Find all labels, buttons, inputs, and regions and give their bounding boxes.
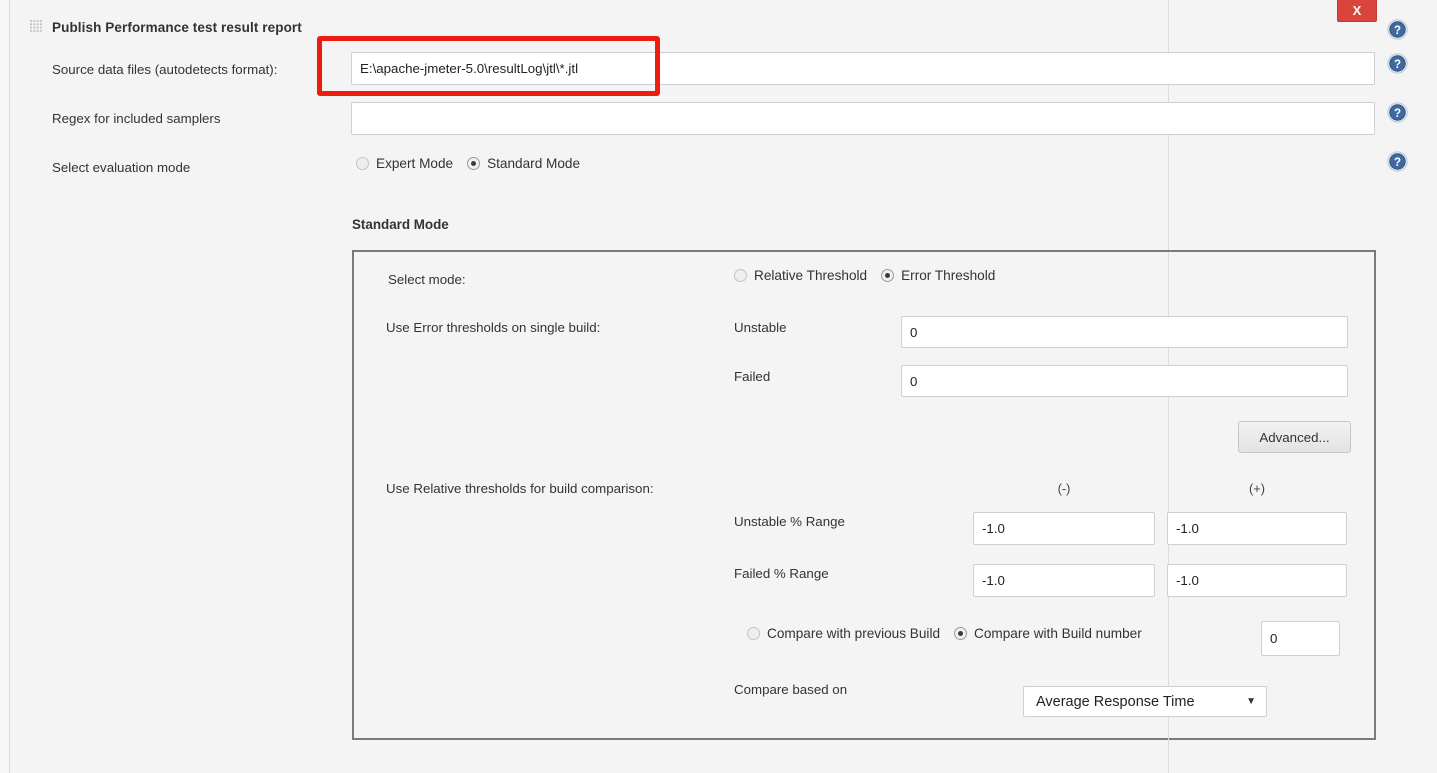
radio-label-error-threshold[interactable]: Error Threshold bbox=[901, 268, 995, 283]
help-icon-source-data[interactable]: ? bbox=[1387, 53, 1408, 74]
standard-mode-heading: Standard Mode bbox=[352, 217, 449, 232]
block-header: Publish Performance test result report bbox=[30, 16, 302, 38]
unstable-label: Unstable bbox=[734, 320, 787, 335]
column-header-minus: (-) bbox=[1057, 481, 1071, 496]
column-header-plus: (+) bbox=[1249, 481, 1265, 496]
svg-text:?: ? bbox=[1394, 59, 1401, 71]
help-icon-evaluation-mode[interactable]: ? bbox=[1387, 151, 1408, 172]
compare-based-on-select[interactable]: Average Response Time ▼ bbox=[1023, 686, 1267, 717]
source-data-input[interactable] bbox=[351, 52, 1375, 85]
evaluation-mode-label: Select evaluation mode bbox=[52, 160, 191, 175]
unstable-range-label: Unstable % Range bbox=[734, 514, 845, 529]
radio-expert-mode[interactable] bbox=[356, 157, 369, 170]
advanced-button[interactable]: Advanced... bbox=[1238, 421, 1351, 453]
radio-compare-build-number[interactable] bbox=[954, 627, 968, 640]
regex-input[interactable] bbox=[351, 102, 1375, 135]
help-icon-regex[interactable]: ? bbox=[1387, 102, 1408, 123]
regex-label: Regex for included samplers bbox=[52, 111, 221, 126]
unstable-threshold-input[interactable] bbox=[901, 316, 1348, 348]
radio-label-compare-build-number[interactable]: Compare with Build number bbox=[974, 626, 1142, 641]
failed-range-plus-input[interactable] bbox=[1167, 564, 1347, 597]
compare-build-radio-group: Compare with previous Build Compare with… bbox=[747, 626, 1156, 641]
svg-text:?: ? bbox=[1394, 25, 1401, 37]
help-icon-block[interactable]: ? bbox=[1387, 19, 1408, 40]
radio-standard-mode[interactable] bbox=[467, 157, 481, 170]
radio-label-compare-previous-build[interactable]: Compare with previous Build bbox=[767, 626, 940, 641]
screenshot-root: Publish Performance test result report X… bbox=[0, 0, 1437, 773]
svg-text:?: ? bbox=[1394, 157, 1401, 169]
radio-label-relative-threshold[interactable]: Relative Threshold bbox=[754, 268, 867, 283]
compare-based-on-label: Compare based on bbox=[734, 682, 848, 697]
radio-label-expert-mode[interactable]: Expert Mode bbox=[376, 156, 453, 171]
page-title: Publish Performance test result report bbox=[52, 19, 302, 35]
failed-label: Failed bbox=[734, 369, 771, 384]
failed-threshold-input[interactable] bbox=[901, 365, 1348, 397]
radio-label-standard-mode[interactable]: Standard Mode bbox=[487, 156, 580, 171]
error-thresholds-label: Use Error thresholds on single build: bbox=[386, 320, 601, 335]
radio-compare-previous-build[interactable] bbox=[747, 627, 760, 640]
failed-range-label: Failed % Range bbox=[734, 566, 829, 581]
close-button[interactable]: X bbox=[1337, 0, 1377, 22]
radio-relative-threshold[interactable] bbox=[734, 269, 747, 282]
build-number-input[interactable] bbox=[1261, 621, 1340, 656]
publish-performance-report-block: Publish Performance test result report X… bbox=[9, 0, 1437, 773]
evaluation-mode-radio-group: Expert Mode Standard Mode bbox=[356, 156, 594, 171]
source-data-label: Source data files (autodetects format): bbox=[52, 62, 278, 77]
failed-range-minus-input[interactable] bbox=[973, 564, 1155, 597]
unstable-range-minus-input[interactable] bbox=[973, 512, 1155, 545]
select-mode-radio-group: Relative Threshold Error Threshold bbox=[734, 268, 1009, 283]
relative-thresholds-label: Use Relative thresholds for build compar… bbox=[386, 481, 654, 496]
unstable-range-plus-input[interactable] bbox=[1167, 512, 1347, 545]
radio-error-threshold[interactable] bbox=[881, 269, 895, 282]
chevron-down-icon: ▼ bbox=[1246, 696, 1256, 707]
svg-text:?: ? bbox=[1394, 108, 1401, 120]
drag-grip-icon[interactable] bbox=[30, 20, 42, 34]
select-mode-label: Select mode: bbox=[388, 272, 466, 287]
compare-based-on-selected-value: Average Response Time bbox=[1036, 693, 1195, 710]
